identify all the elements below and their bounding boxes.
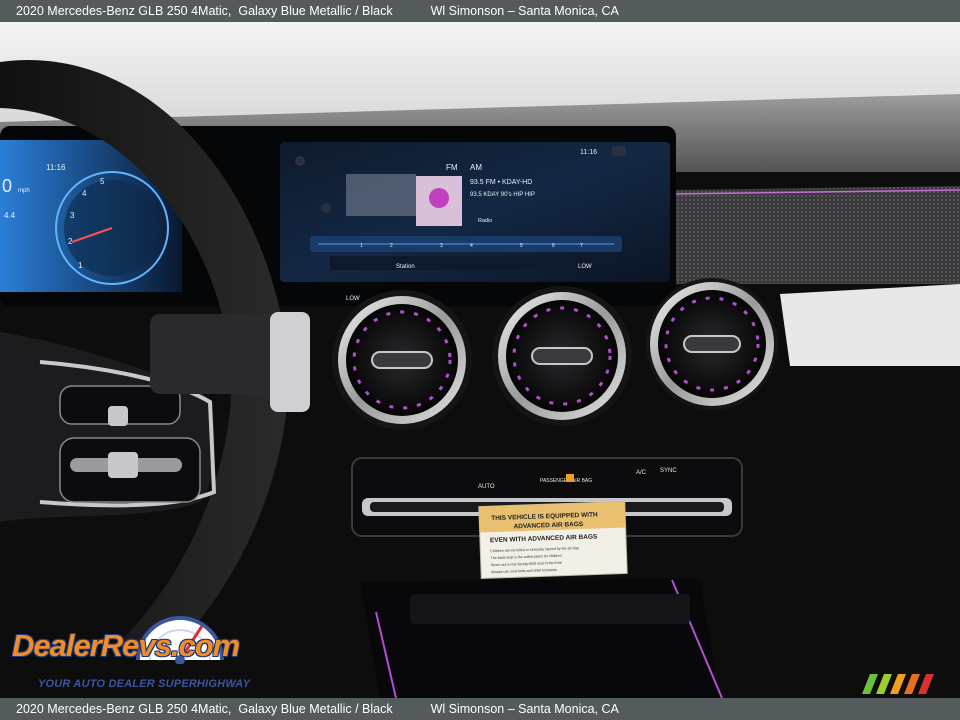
dashboard-illustration: 11:16 0 mph 4.4 1 2 3 4 5 11:16 FM AM 93… (0, 22, 960, 698)
skip-back-icon (321, 203, 331, 213)
caption-color-bottom: Galaxy Blue Metallic / Black (238, 702, 393, 716)
cluster-time: 11:16 (46, 163, 66, 172)
climate-auto: AUTO (478, 484, 495, 490)
light-switch-trim (270, 312, 310, 412)
cluster-speed: 0 (2, 176, 12, 196)
band-am: AM (470, 163, 482, 172)
caption-vehicle: 2020 Mercedes-Benz GLB 250 4Matic, (16, 4, 232, 18)
cluster-tick-5: 5 (100, 177, 105, 186)
air-vent-left (332, 290, 472, 430)
climate-sync: SYNC (660, 468, 677, 474)
cluster-trip: 4.4 (4, 211, 16, 220)
watermark-logo: DealerRevs.com (12, 628, 240, 663)
message-icon (612, 146, 626, 156)
caption-bar-bottom: 2020 Mercedes-Benz GLB 250 4Matic, Galax… (0, 698, 960, 720)
preset-4: 4 (470, 243, 473, 249)
station-button-label: Station (396, 264, 415, 270)
temp-left: LOW (346, 296, 360, 302)
air-vent-center (492, 286, 632, 426)
screen-time: 11:16 (580, 149, 597, 156)
cluster-tick-1: 1 (78, 261, 83, 270)
stripes-logo-icon (862, 674, 934, 694)
caption-color: Galaxy Blue Metallic / Black (238, 4, 393, 18)
preset-2: 2 (390, 243, 393, 249)
cluster-tick-3: 3 (70, 211, 75, 220)
source-label: Radio (478, 218, 492, 224)
preset-3: 3 (440, 243, 443, 249)
climate-ac: A/C (636, 470, 647, 476)
dashboard-photo: 11:16 0 mph 4.4 1 2 3 4 5 11:16 FM AM 93… (0, 22, 960, 698)
airbag-off-indicator (566, 474, 574, 482)
cluster-tick-4: 4 (82, 189, 87, 198)
infotainment-display: 11:16 FM AM 93.5 FM • KDAY-HD 93.5 KDAY … (280, 142, 670, 302)
caption-vehicle-bottom: 2020 Mercedes-Benz GLB 250 4Matic, (16, 702, 232, 716)
preset-1: 1 (360, 243, 363, 249)
air-vent-right (646, 278, 778, 410)
watermark-tagline: YOUR AUTO DEALER SUPERHIGHWAY (38, 678, 251, 690)
preset-5: 5 (520, 243, 523, 249)
temp-right: LOW (578, 264, 592, 270)
station-name: 93.5 FM • KDAY-HD (470, 179, 532, 186)
airbag-warning-sticker: THIS VEHICLE IS EQUIPPED WITH ADVANCED A… (478, 500, 628, 580)
program-name: 93.5 KDAY 90's HIP HIP (470, 192, 535, 198)
caption-dealer: Wl Simonson – Santa Monica, CA (430, 4, 619, 18)
dash-silver-trim (780, 284, 960, 366)
volume-roller (108, 452, 138, 478)
band-fm: FM (446, 163, 458, 172)
wheel-ok-button (108, 406, 128, 426)
dash-trim-mesh (670, 186, 960, 284)
cluster-speed-unit: mph (18, 188, 30, 194)
dealerrevs-watermark: DealerRevs.com YOUR AUTO DEALER SUPERHIG… (12, 604, 282, 694)
caption-bar-top: 2020 Mercedes-Benz GLB 250 4Matic, Galax… (0, 0, 960, 22)
caption-dealer-bottom: Wl Simonson – Santa Monica, CA (430, 702, 619, 716)
home-icon (295, 156, 305, 166)
cluster-tick-2: 2 (68, 237, 73, 246)
preset-6: 6 (552, 243, 555, 249)
preset-7: 7 (580, 243, 583, 249)
